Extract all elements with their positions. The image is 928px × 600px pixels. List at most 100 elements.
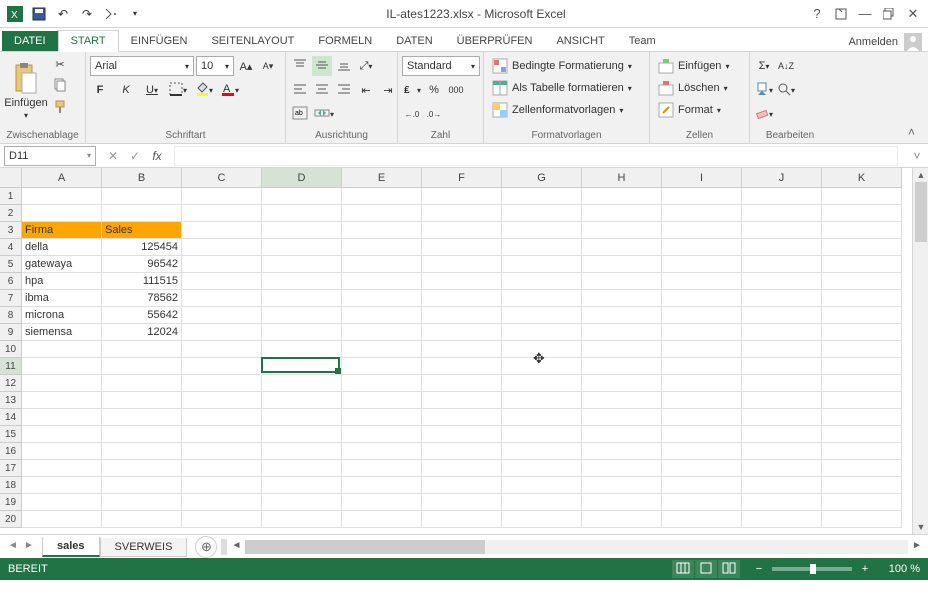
bold-button[interactable]: F bbox=[90, 80, 110, 100]
find-select-button[interactable]: ▾ bbox=[776, 80, 796, 100]
help-button[interactable]: ? bbox=[806, 3, 828, 25]
cell-K17[interactable] bbox=[822, 460, 902, 477]
cell-G10[interactable] bbox=[502, 341, 582, 358]
cell-F16[interactable] bbox=[422, 443, 502, 460]
scroll-up-button[interactable]: ▲ bbox=[913, 168, 928, 182]
cell-E2[interactable] bbox=[342, 205, 422, 222]
cell-D17[interactable] bbox=[262, 460, 342, 477]
cell-D8[interactable] bbox=[262, 307, 342, 324]
cell-H7[interactable] bbox=[582, 290, 662, 307]
cell-F8[interactable] bbox=[422, 307, 502, 324]
cell-B5[interactable]: 96542 bbox=[102, 256, 182, 273]
cell-K14[interactable] bbox=[822, 409, 902, 426]
cell-D14[interactable] bbox=[262, 409, 342, 426]
cell-K20[interactable] bbox=[822, 511, 902, 528]
cell-I18[interactable] bbox=[662, 477, 742, 494]
comma-button[interactable]: 000 bbox=[446, 80, 466, 100]
cell-G16[interactable] bbox=[502, 443, 582, 460]
close-button[interactable]: ✕ bbox=[902, 3, 924, 25]
wrap-text-button[interactable]: ab bbox=[290, 104, 310, 124]
cell-C4[interactable] bbox=[182, 239, 262, 256]
cell-E4[interactable] bbox=[342, 239, 422, 256]
cancel-formula-button[interactable]: ✕ bbox=[104, 147, 122, 165]
align-right-button[interactable] bbox=[334, 80, 354, 100]
cell-D19[interactable] bbox=[262, 494, 342, 511]
cell-J2[interactable] bbox=[742, 205, 822, 222]
cell-C19[interactable] bbox=[182, 494, 262, 511]
cell-A13[interactable] bbox=[22, 392, 102, 409]
cell-I11[interactable] bbox=[662, 358, 742, 375]
ribbon-options-button[interactable] bbox=[830, 3, 852, 25]
cell-H10[interactable] bbox=[582, 341, 662, 358]
cell-G18[interactable] bbox=[502, 477, 582, 494]
cell-F10[interactable] bbox=[422, 341, 502, 358]
cell-D10[interactable] bbox=[262, 341, 342, 358]
name-box[interactable]: D11▾ bbox=[4, 146, 96, 166]
cell-C16[interactable] bbox=[182, 443, 262, 460]
cell-E20[interactable] bbox=[342, 511, 422, 528]
cell-I13[interactable] bbox=[662, 392, 742, 409]
cell-J16[interactable] bbox=[742, 443, 822, 460]
cell-E1[interactable] bbox=[342, 188, 422, 205]
row-header-3[interactable]: 3 bbox=[0, 222, 22, 239]
row-header-4[interactable]: 4 bbox=[0, 239, 22, 256]
cell-A5[interactable]: gatewaya bbox=[22, 256, 102, 273]
cell-E8[interactable] bbox=[342, 307, 422, 324]
cell-D3[interactable] bbox=[262, 222, 342, 239]
cell-B14[interactable] bbox=[102, 409, 182, 426]
cell-J13[interactable] bbox=[742, 392, 822, 409]
format-cells-button[interactable]: Format▾ bbox=[654, 100, 733, 120]
cell-H5[interactable] bbox=[582, 256, 662, 273]
cell-B10[interactable] bbox=[102, 341, 182, 358]
cell-I3[interactable] bbox=[662, 222, 742, 239]
row-header-6[interactable]: 6 bbox=[0, 273, 22, 290]
cell-F20[interactable] bbox=[422, 511, 502, 528]
cell-I8[interactable] bbox=[662, 307, 742, 324]
sort-filter-button[interactable]: A↓Z bbox=[776, 56, 796, 76]
cell-E17[interactable] bbox=[342, 460, 422, 477]
cell-C5[interactable] bbox=[182, 256, 262, 273]
row-header-18[interactable]: 18 bbox=[0, 477, 22, 494]
row-header-7[interactable]: 7 bbox=[0, 290, 22, 307]
zoom-slider[interactable] bbox=[772, 567, 852, 571]
cell-D1[interactable] bbox=[262, 188, 342, 205]
percent-button[interactable]: % bbox=[424, 80, 444, 100]
cell-F19[interactable] bbox=[422, 494, 502, 511]
cell-F17[interactable] bbox=[422, 460, 502, 477]
tab-formulas[interactable]: FORMELN bbox=[306, 31, 384, 51]
cell-G12[interactable] bbox=[502, 375, 582, 392]
format-painter-button[interactable] bbox=[50, 98, 70, 118]
autosum-button[interactable]: Σ▾ bbox=[754, 56, 774, 76]
cell-G20[interactable] bbox=[502, 511, 582, 528]
cell-A9[interactable]: siemensa bbox=[22, 324, 102, 341]
fill-button[interactable]: ▾ bbox=[754, 80, 774, 100]
number-format-combo[interactable]: Standard▾ bbox=[402, 56, 480, 76]
cell-F18[interactable] bbox=[422, 477, 502, 494]
cell-H16[interactable] bbox=[582, 443, 662, 460]
italic-button[interactable]: K bbox=[116, 80, 136, 100]
cell-H2[interactable] bbox=[582, 205, 662, 222]
cell-K4[interactable] bbox=[822, 239, 902, 256]
cell-J14[interactable] bbox=[742, 409, 822, 426]
column-header-E[interactable]: E bbox=[342, 168, 422, 188]
cell-H17[interactable] bbox=[582, 460, 662, 477]
formula-input[interactable] bbox=[174, 146, 898, 166]
column-header-F[interactable]: F bbox=[422, 168, 502, 188]
cell-K1[interactable] bbox=[822, 188, 902, 205]
cell-F5[interactable] bbox=[422, 256, 502, 273]
cell-D20[interactable] bbox=[262, 511, 342, 528]
cell-K6[interactable] bbox=[822, 273, 902, 290]
cell-J1[interactable] bbox=[742, 188, 822, 205]
qat-more-button[interactable] bbox=[100, 3, 122, 25]
cell-A4[interactable]: della bbox=[22, 239, 102, 256]
cell-I10[interactable] bbox=[662, 341, 742, 358]
zoom-level[interactable]: 100 % bbox=[878, 563, 920, 575]
cell-B2[interactable] bbox=[102, 205, 182, 222]
cell-E12[interactable] bbox=[342, 375, 422, 392]
cell-G7[interactable] bbox=[502, 290, 582, 307]
tab-data[interactable]: DATEN bbox=[384, 31, 444, 51]
cell-H6[interactable] bbox=[582, 273, 662, 290]
border-button[interactable]: ▾ bbox=[168, 80, 188, 100]
cell-D2[interactable] bbox=[262, 205, 342, 222]
cell-H8[interactable] bbox=[582, 307, 662, 324]
